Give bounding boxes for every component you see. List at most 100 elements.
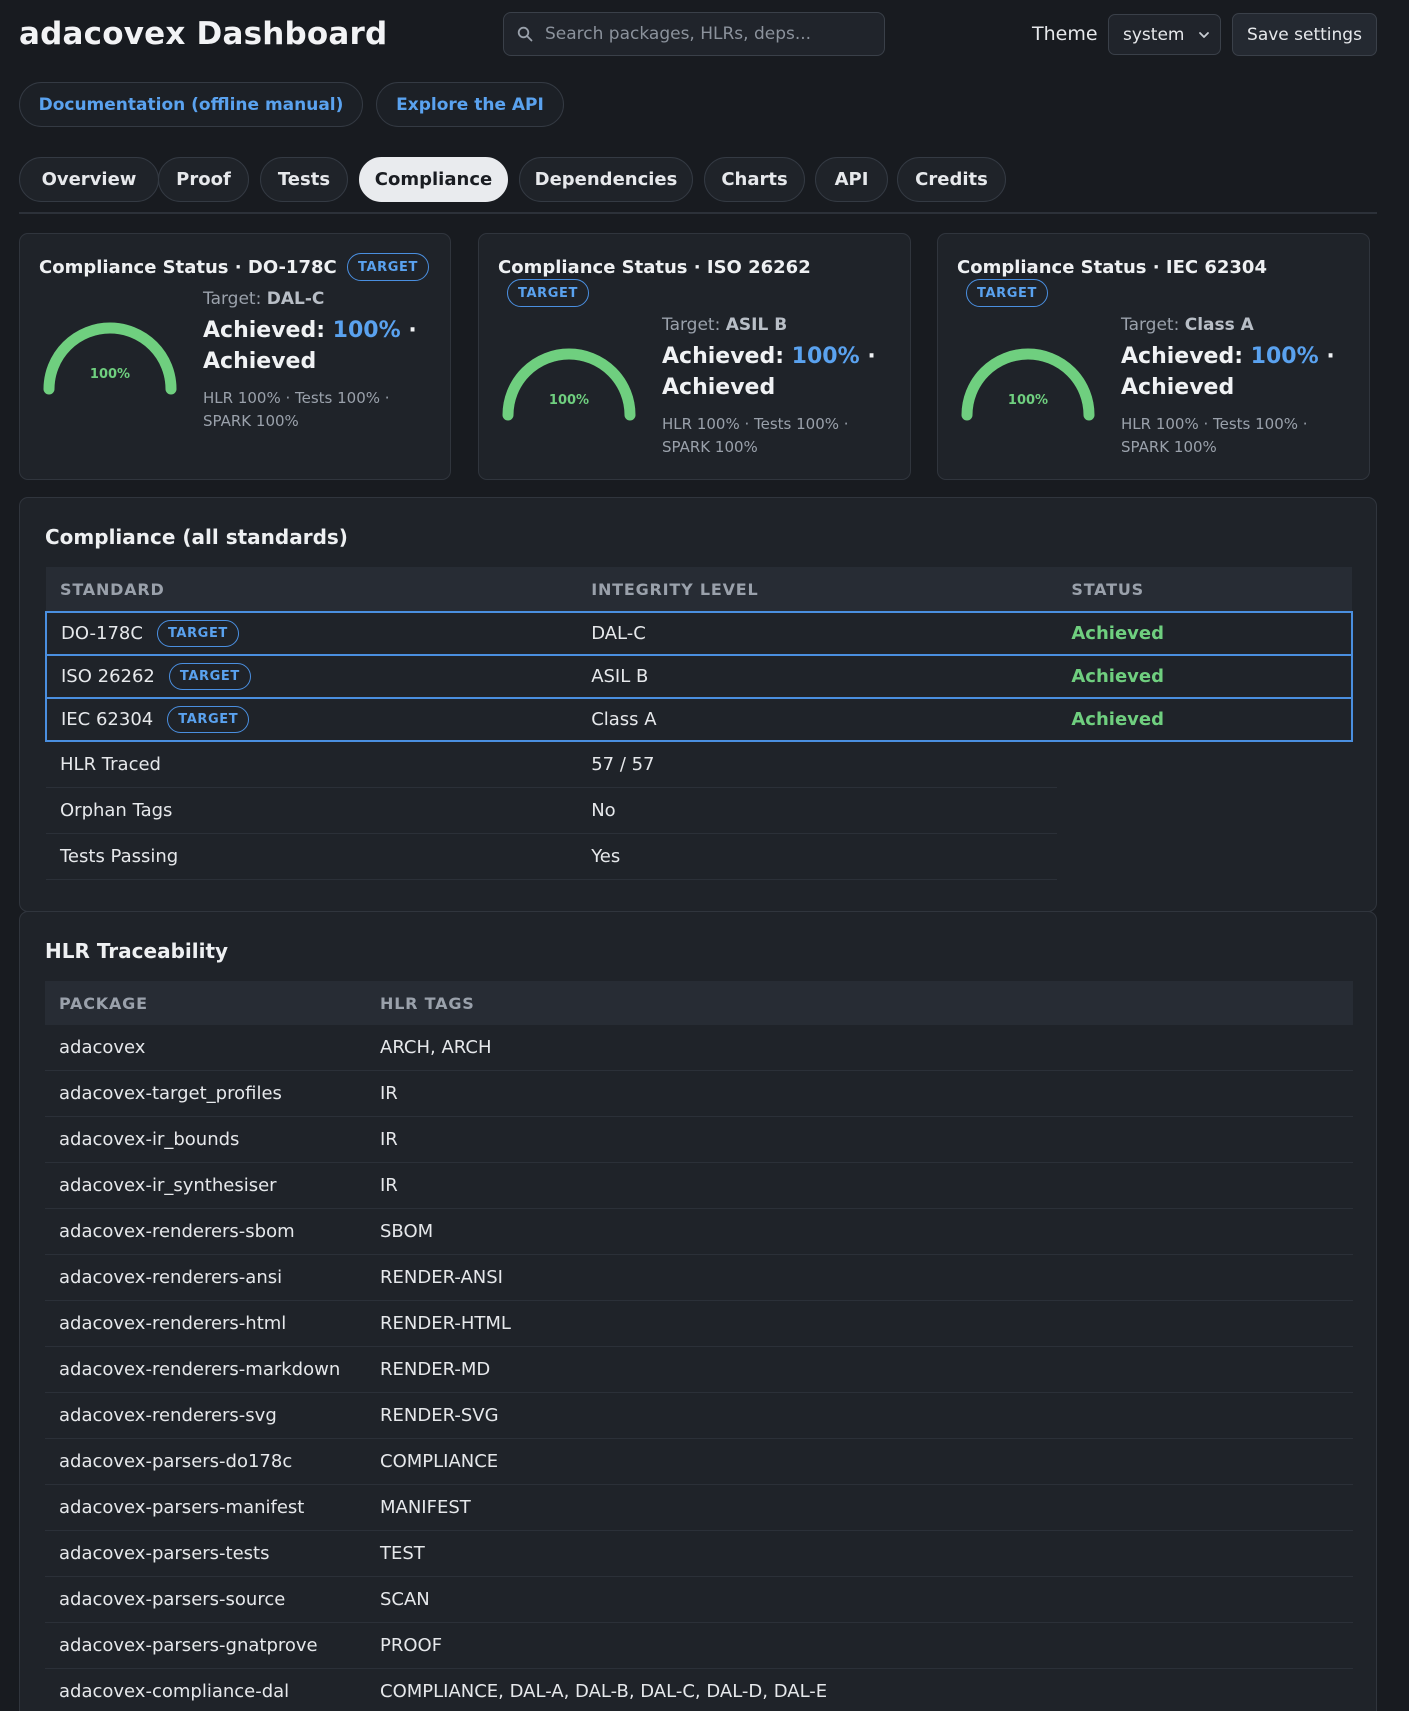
achieved-percent: 100% [1250, 344, 1319, 369]
table-row: adacovex-compliance-dal COMPLIANCE, DAL-A… [45, 1668, 1353, 1711]
package-name: adacovex-parsers-do178c [45, 1438, 366, 1485]
hlr-tags: COMPLIANCE, DAL-A, DAL-B, DAL-C, DAL-D, … [366, 1668, 1353, 1711]
table-row: adacovex-parsers-source SCAN [45, 1576, 1353, 1623]
hlr-tags: RENDER-HTML [366, 1300, 1353, 1347]
table-row[interactable]: ISO 26262 TARGET ASIL B Achieved [44, 654, 1353, 699]
package-name: adacovex-ir_bounds [45, 1116, 366, 1163]
integrity-level: DAL-C [577, 611, 1058, 656]
package-name: adacovex-target_profiles [45, 1070, 366, 1117]
package-name: adacovex-renderers-ansi [45, 1254, 366, 1301]
theme-select-value: system [1123, 24, 1185, 45]
hlr-tags: SBOM [366, 1208, 1353, 1255]
achieved-percent: 100% [791, 344, 860, 369]
tab-api[interactable]: API [815, 157, 888, 202]
target-label: Target: [203, 289, 262, 309]
tab-tests[interactable]: Tests [260, 157, 348, 202]
table-header-row: STANDARD INTEGRITY LEVEL STATUS [46, 567, 1352, 612]
table-row: adacovex-ir_bounds IR [45, 1116, 1353, 1163]
compliance-table: STANDARD INTEGRITY LEVEL STATUS DO-178C T… [44, 567, 1353, 880]
package-name: adacovex-renderers-markdown [45, 1346, 366, 1393]
fact-value: No [577, 787, 1058, 834]
integrity-level: ASIL B [577, 654, 1058, 699]
achieved-label: Achieved: [203, 318, 325, 343]
target-badge: TARGET [168, 663, 251, 690]
target-badge: TARGET [156, 620, 239, 647]
package-name: adacovex-parsers-gnatprove [45, 1622, 366, 1669]
hlr-tags: RENDER-ANSI [366, 1254, 1353, 1301]
package-name: adacovex-parsers-source [45, 1576, 366, 1623]
standard-name: IEC 62304 [61, 709, 154, 730]
search-icon [517, 26, 533, 42]
table-row: adacovex-renderers-html RENDER-HTML [45, 1300, 1353, 1347]
hlr-tags: RENDER-SVG [366, 1392, 1353, 1439]
table-row: HLR Traced 57 / 57 [46, 741, 1352, 788]
table-row: adacovex-parsers-tests TEST [45, 1530, 1353, 1577]
compliance-gauge: 100% [43, 322, 177, 395]
column-header-package: PACKAGE [45, 981, 366, 1025]
package-name: adacovex-renderers-svg [45, 1392, 366, 1439]
achieved-percent: 100% [332, 318, 401, 343]
hlr-traceability-section: HLR Traceability PACKAGE HLR TAGS adacov… [19, 911, 1377, 1711]
card-title: Compliance Status · ISO 26262 [498, 257, 811, 278]
search-input[interactable] [543, 23, 867, 45]
compliance-card-iec62304: Compliance Status · IEC 62304 TARGET 100… [937, 233, 1370, 480]
gauge-label: 100% [1008, 393, 1048, 408]
table-row: adacovex-target_profiles IR [45, 1070, 1353, 1117]
package-name: adacovex-parsers-manifest [45, 1484, 366, 1531]
hlr-tags: COMPLIANCE [366, 1438, 1353, 1485]
chevron-down-icon [1199, 32, 1209, 38]
compliance-gauge: 100% [961, 348, 1095, 421]
theme-select[interactable]: system [1108, 14, 1221, 55]
card-title: Compliance Status · DO-178C [39, 257, 337, 278]
package-name: adacovex-parsers-tests [45, 1530, 366, 1577]
compliance-card-iso26262: Compliance Status · ISO 26262 TARGET 100… [478, 233, 911, 480]
section-title: Compliance (all standards) [45, 525, 348, 549]
save-settings-button[interactable]: Save settings [1232, 13, 1377, 56]
header: adacovex Dashboard Theme system Save set… [19, 10, 1377, 58]
package-name: adacovex-renderers-sbom [45, 1208, 366, 1255]
table-header-row: PACKAGE HLR TAGS [45, 981, 1353, 1025]
column-header-standard: STANDARD [46, 567, 578, 612]
tab-compliance[interactable]: Compliance [359, 157, 508, 202]
table-row: Tests Passing Yes [46, 833, 1352, 880]
fact-value: Yes [577, 833, 1058, 880]
status-cell: Achieved [1057, 611, 1353, 656]
hlr-tags: ARCH, ARCH [366, 1025, 1353, 1071]
column-header-integrity-level: INTEGRITY LEVEL [577, 567, 1058, 612]
theme-label: Theme [1032, 23, 1098, 45]
integrity-level: Class A [577, 697, 1058, 742]
tab-dependencies[interactable]: Dependencies [519, 157, 693, 202]
package-name: adacovex-ir_synthesiser [45, 1162, 366, 1209]
package-name: adacovex [45, 1025, 366, 1071]
table-row[interactable]: IEC 62304 TARGET Class A Achieved [44, 697, 1353, 742]
package-name: adacovex-compliance-dal [45, 1668, 366, 1711]
hlr-tags: MANIFEST [366, 1484, 1353, 1531]
tab-charts[interactable]: Charts [704, 157, 805, 202]
hlr-tags: IR [366, 1162, 1353, 1209]
card-title: Compliance Status · IEC 62304 [957, 257, 1267, 278]
table-row: adacovex ARCH, ARCH [45, 1025, 1353, 1071]
card-info: Target: ASIL B Achieved: 100% · Achieved… [662, 315, 892, 459]
card-metrics: HLR 100% · Tests 100% · SPARK 100% [1121, 415, 1308, 456]
documentation-link[interactable]: Documentation (offline manual) [19, 82, 363, 127]
section-title: HLR Traceability [45, 939, 229, 963]
tab-proof[interactable]: Proof [158, 157, 249, 202]
status-cell: Achieved [1057, 697, 1353, 742]
column-header-status: STATUS [1057, 567, 1352, 612]
card-info: Target: DAL-C Achieved: 100% · Achieved … [203, 289, 433, 433]
table-row: adacovex-parsers-do178c COMPLIANCE [45, 1438, 1353, 1485]
search-box[interactable] [503, 12, 885, 56]
achieved-label: Achieved: [662, 344, 784, 369]
tab-overview[interactable]: Overview [19, 157, 159, 202]
explore-api-link[interactable]: Explore the API [376, 82, 564, 127]
compliance-gauge: 100% [502, 348, 636, 421]
package-name: adacovex-renderers-html [45, 1300, 366, 1347]
tab-credits[interactable]: Credits [897, 157, 1006, 202]
target-value: DAL-C [266, 289, 325, 309]
column-header-hlr-tags: HLR TAGS [366, 981, 1353, 1025]
standard-name: ISO 26262 [61, 666, 155, 687]
table-row[interactable]: DO-178C TARGET DAL-C Achieved [44, 611, 1353, 656]
target-badge: TARGET [347, 253, 429, 281]
card-info: Target: Class A Achieved: 100% · Achieve… [1121, 315, 1351, 459]
target-label: Target: [662, 315, 721, 335]
